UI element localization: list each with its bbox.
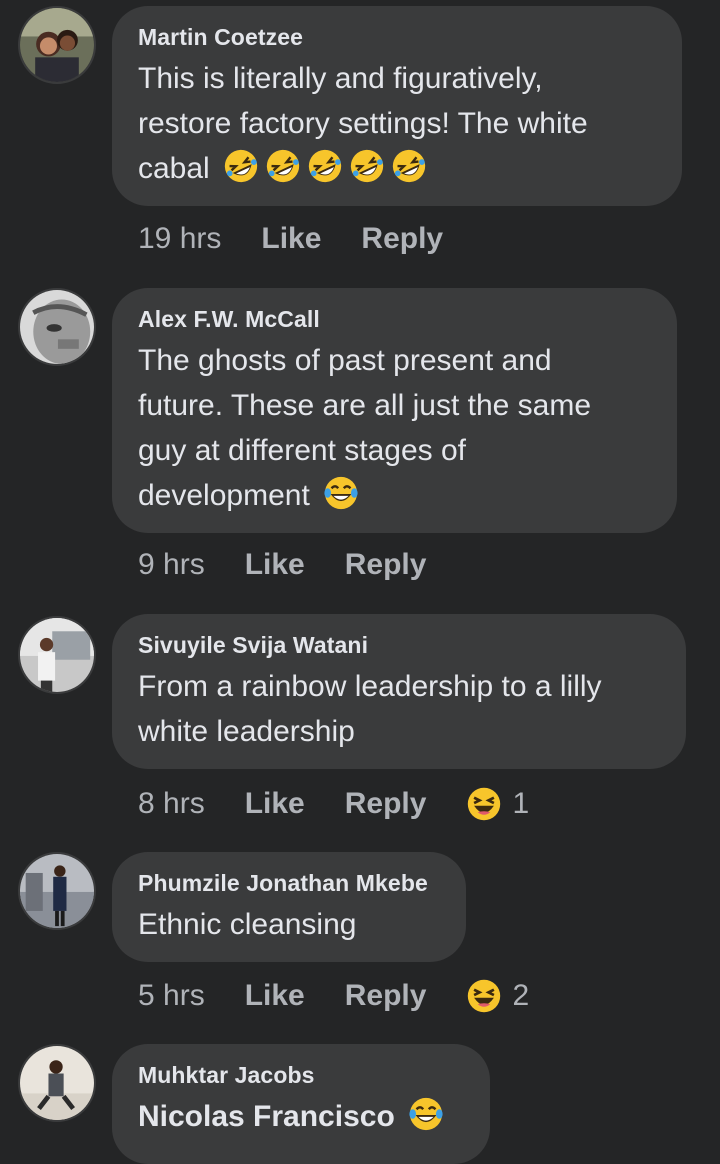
avatar[interactable]	[18, 616, 96, 694]
rolling-on-floor-laughing-icon	[222, 147, 260, 185]
avatar[interactable]	[18, 1044, 96, 1122]
comment-bubble: Muhktar Jacobs Nicolas Francisco	[112, 1044, 490, 1164]
comment-text: This is literally and figuratively, rest…	[138, 56, 656, 191]
like-button[interactable]: Like	[261, 222, 321, 256]
comment-timestamp[interactable]: 9 hrs	[138, 548, 205, 582]
like-button[interactable]: Like	[245, 787, 305, 821]
reply-button[interactable]: Reply	[345, 787, 427, 821]
comment-author[interactable]: Sivuyile Svija Watani	[138, 630, 660, 660]
tears-of-joy-icon	[407, 1095, 445, 1133]
haha-reaction-icon	[466, 978, 502, 1014]
comment-text: From a rainbow leadership to a lilly whi…	[138, 670, 602, 748]
reply-button[interactable]: Reply	[345, 979, 427, 1013]
comment-text: The ghosts of past present and future. T…	[138, 344, 592, 512]
reaction-summary[interactable]: 2	[466, 978, 529, 1014]
reaction-count: 2	[512, 979, 530, 1012]
comment-text: Ethnic cleansing	[138, 908, 357, 941]
comment-author[interactable]: Muhktar Jacobs	[138, 1060, 464, 1090]
avatar[interactable]	[18, 288, 96, 366]
avatar[interactable]	[18, 852, 96, 930]
avatar[interactable]	[18, 6, 96, 84]
rolling-on-floor-laughing-icon	[264, 147, 302, 185]
comment-bubble: Martin Coetzee This is literally and fig…	[112, 6, 682, 206]
comment-timestamp[interactable]: 19 hrs	[138, 222, 221, 256]
haha-reaction-icon	[466, 786, 502, 822]
comment-timestamp[interactable]: 5 hrs	[138, 979, 205, 1013]
comment-actions: 8 hrs Like Reply 1	[138, 786, 529, 822]
rolling-on-floor-laughing-icon	[390, 147, 428, 185]
comment-bubble: Sivuyile Svija Watani From a rainbow lea…	[112, 614, 686, 769]
reaction-summary[interactable]: 1	[466, 786, 529, 822]
tears-of-joy-icon	[322, 474, 360, 512]
comment-actions: 9 hrs Like Reply	[138, 548, 466, 582]
reply-button[interactable]: Reply	[361, 222, 443, 256]
comment-actions: 19 hrs Like Reply	[138, 222, 483, 256]
comment-bubble: Alex F.W. McCall The ghosts of past pres…	[112, 288, 677, 533]
comment-actions: 5 hrs Like Reply 2	[138, 978, 529, 1014]
reply-button[interactable]: Reply	[345, 548, 427, 582]
rolling-on-floor-laughing-icon	[348, 147, 386, 185]
comment-author[interactable]: Alex F.W. McCall	[138, 304, 651, 334]
rolling-on-floor-laughing-icon	[306, 147, 344, 185]
comment-text: Nicolas Francisco	[138, 1094, 464, 1139]
comment-timestamp[interactable]: 8 hrs	[138, 787, 205, 821]
comment-author[interactable]: Phumzile Jonathan Mkebe	[138, 868, 440, 898]
reaction-count: 1	[512, 787, 530, 820]
comment-author[interactable]: Martin Coetzee	[138, 22, 656, 52]
like-button[interactable]: Like	[245, 979, 305, 1013]
like-button[interactable]: Like	[245, 548, 305, 582]
mention-link[interactable]: Nicolas Francisco	[138, 1100, 395, 1133]
comment-bubble: Phumzile Jonathan Mkebe Ethnic cleansing	[112, 852, 466, 962]
